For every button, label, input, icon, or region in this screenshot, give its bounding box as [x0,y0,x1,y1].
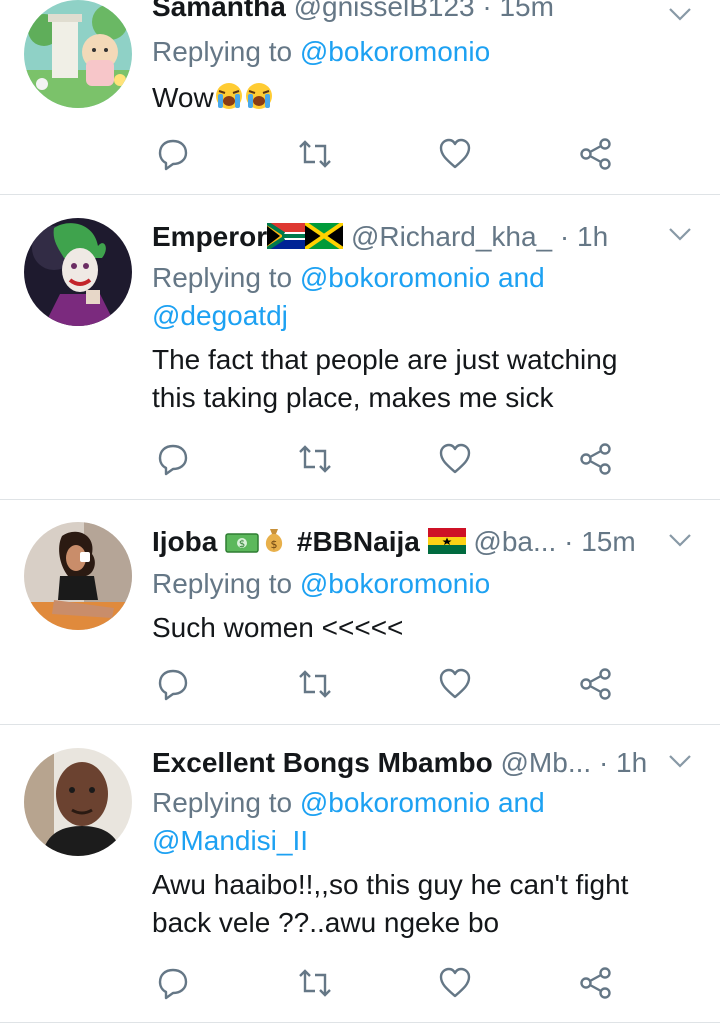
retweet-icon[interactable] [297,965,333,1001]
replying-label: Replying to [152,262,293,293]
tweet-header: Emperor @Richard_kha_ · 1h [152,220,660,257]
tweet-4[interactable]: Excellent Bongs Mbambo @Mb... · 1h Reply… [0,725,720,1024]
divider [0,1022,720,1023]
timestamp[interactable]: · 1h [560,221,608,252]
dollar-banknote-icon: $ [225,529,259,563]
share-icon[interactable] [578,441,614,477]
hashtag[interactable]: #BBNaija [297,526,420,557]
loudly-crying-face-icon [244,81,274,121]
retweet-icon[interactable] [297,441,333,477]
replying-to: Replying to @bokoromonio and [152,784,660,822]
display-name[interactable]: Ijoba [152,526,217,557]
replying-label: Replying to [152,36,293,67]
ghana-flag-icon [427,528,466,562]
avatar[interactable] [24,0,132,108]
money-bag-icon: $ [259,525,289,563]
tweet-header: Ijoba $ $ #BBNaija @ba... · 15m [152,525,660,563]
tweet-header: Excellent Bongs Mbambo @Mb... · 1h [152,746,660,780]
handle[interactable]: @Mb... [501,747,592,778]
tweet-text-line: The fact that people are just watching [152,344,618,375]
tweet-text: The fact that people are just watching t… [152,341,660,417]
retweet-icon[interactable] [297,136,333,172]
display-name[interactable]: Excellent Bongs Mbambo [152,747,493,778]
tweet-3[interactable]: Ijoba $ $ #BBNaija @ba... · 15m Replying … [0,500,720,724]
chevron-down-icon[interactable] [666,747,694,775]
replying-to: Replying to @bokoromonio [152,565,660,603]
action-bar [0,965,720,1005]
svg-text:$: $ [271,538,278,551]
timestamp[interactable]: · 15m [564,526,636,557]
share-icon[interactable] [578,666,614,702]
retweet-icon[interactable] [297,666,333,702]
handle[interactable]: @gnisselB123 [294,0,475,22]
chevron-down-icon[interactable] [666,220,694,248]
svg-text:$: $ [239,539,245,550]
mention-link[interactable]: @bokoromonio and [300,262,545,293]
replying-label: Replying to [152,568,293,599]
like-icon[interactable] [437,441,473,477]
action-bar [0,666,720,706]
action-bar [0,441,720,481]
replying-label: Replying to [152,787,293,818]
tweet-text-line: Awu haaibo!!,,so this guy he can't fight [152,869,629,900]
avatar[interactable] [24,522,132,630]
timestamp[interactable]: · 1h [599,747,647,778]
avatar[interactable] [24,218,132,326]
mention-link[interactable]: @bokoromonio [300,568,490,599]
tweet-1[interactable]: Samantha @gnisselB123 · 15m Replying to … [0,0,720,194]
mention-link[interactable]: @Mandisi_II [152,822,660,860]
tweet-text-line: Such women <<<<< [152,612,404,643]
like-icon[interactable] [437,965,473,1001]
display-name[interactable]: Emperor [152,221,267,252]
handle[interactable]: @ba... [473,526,556,557]
mention-link[interactable]: @bokoromonio and [300,787,545,818]
loudly-crying-face-icon [214,81,244,121]
tweet-header: Samantha @gnisselB123 · 15m [152,0,660,24]
tweet-text-line: back vele ??..awu ngeke bo [152,907,500,938]
jamaica-flag-icon [304,221,345,257]
action-bar [0,136,720,176]
share-icon[interactable] [578,965,614,1001]
tweet-text: Awu haaibo!!,,so this guy he can't fight… [152,866,660,942]
reply-icon[interactable] [155,965,191,1001]
mention-link[interactable]: @bokoromonio [300,36,490,67]
reply-icon[interactable] [155,666,191,702]
handle[interactable]: @Richard_kha_ [351,221,552,252]
display-name[interactable]: Samantha [152,0,286,22]
reply-icon[interactable] [155,136,191,172]
reply-icon[interactable] [155,441,191,477]
like-icon[interactable] [437,666,473,702]
share-icon[interactable] [578,136,614,172]
avatar[interactable] [24,748,132,856]
tweet-text-line: Wow [152,82,214,113]
tweet-text: Wow [152,79,660,121]
replying-to: Replying to @bokoromonio [152,33,660,71]
tweet-text-line: this taking place, makes me sick [152,382,554,413]
timestamp[interactable]: · 15m [482,0,554,22]
chevron-down-icon[interactable] [666,0,694,28]
like-icon[interactable] [437,136,473,172]
tweet-2[interactable]: Emperor @Richard_kha_ · 1h Replying to @… [0,195,720,499]
replying-to: Replying to @bokoromonio and [152,259,660,297]
south-africa-flag-icon [266,221,306,257]
tweet-text: Such women <<<<< [152,609,660,647]
chevron-down-icon[interactable] [666,526,694,554]
mention-link[interactable]: @degoatdj [152,297,660,335]
